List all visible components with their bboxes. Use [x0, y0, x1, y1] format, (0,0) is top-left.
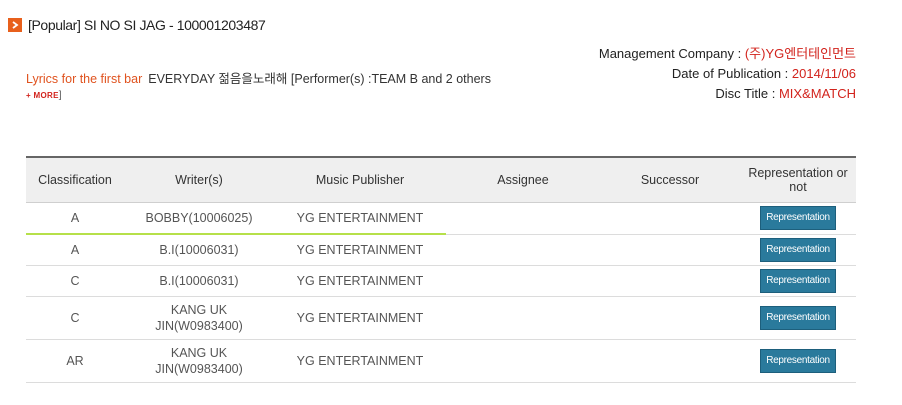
table-row: A B.I(10006031) YG ENTERTAINMENT Represe…	[26, 234, 856, 266]
lyrics-first-bar: Lyrics for the first bar EVERYDAY 젊음을노래해 …	[26, 68, 491, 87]
cell-classification: C	[26, 296, 124, 340]
cell-publisher: YG ENTERTAINMENT	[274, 296, 446, 340]
more-row: + MORE]	[26, 90, 62, 101]
chevron-right-icon	[8, 18, 22, 32]
cell-representation: Representation	[740, 296, 856, 340]
plus-icon: +	[26, 91, 31, 100]
cell-successor	[600, 296, 740, 340]
cell-assignee	[446, 202, 600, 235]
cell-classification: AR	[26, 339, 124, 383]
header-classification: Classification	[26, 156, 124, 203]
header-writer: Writer(s)	[124, 156, 274, 203]
publication-date-value: 2014/11/06	[791, 66, 856, 81]
header-representation: Representation or not	[740, 156, 856, 203]
representation-button[interactable]: Representation	[760, 269, 836, 293]
more-link[interactable]: + MORE	[26, 91, 59, 100]
cell-successor	[600, 339, 740, 383]
representation-button[interactable]: Representation	[760, 237, 836, 262]
table-row: A BOBBY(10006025) YG ENTERTAINMENT Repre…	[26, 202, 856, 235]
more-label: MORE	[33, 91, 59, 100]
cell-classification: C	[26, 265, 124, 297]
header-assignee: Assignee	[446, 156, 600, 203]
cell-successor	[600, 202, 740, 235]
cell-classification: A	[26, 234, 124, 266]
cell-representation: Representation	[740, 202, 856, 235]
table-row: AR KANG UK JIN(W0983400) YG ENTERTAINMEN…	[26, 339, 856, 383]
rights-table: Classification Writer(s) Music Publisher…	[26, 156, 856, 383]
representation-button[interactable]: Representation	[760, 306, 836, 330]
cell-writer: KANG UK JIN(W0983400)	[124, 339, 274, 383]
management-company-value: (주)YG엔터테인먼트	[744, 46, 856, 61]
table-row: C KANG UK JIN(W0983400) YG ENTERTAINMENT…	[26, 296, 856, 340]
header-successor: Successor	[600, 156, 740, 203]
cell-publisher: YG ENTERTAINMENT	[274, 234, 446, 266]
cell-writer: B.I(10006031)	[124, 234, 274, 266]
page-title: [Popular] SI NO SI JAG - 100001203487	[28, 17, 266, 33]
lyrics-label: Lyrics for the first bar	[26, 72, 143, 86]
publication-date-label: Date of Publication :	[671, 66, 792, 81]
cell-representation: Representation	[740, 265, 856, 297]
cell-assignee	[446, 265, 600, 297]
cell-representation: Representation	[740, 234, 856, 266]
cell-assignee	[446, 296, 600, 340]
cell-assignee	[446, 339, 600, 383]
representation-button[interactable]: Representation	[760, 206, 836, 231]
cell-publisher: YG ENTERTAINMENT	[274, 339, 446, 383]
management-company-row: Management Company : (주)YG엔터테인먼트	[599, 44, 856, 64]
cell-classification: A	[26, 202, 124, 235]
table-row: C B.I(10006031) YG ENTERTAINMENT Represe…	[26, 265, 856, 297]
page-title-row: [Popular] SI NO SI JAG - 100001203487	[8, 16, 266, 34]
cell-assignee	[446, 234, 600, 266]
cell-successor	[600, 265, 740, 297]
management-company-label: Management Company :	[598, 46, 745, 61]
lyrics-text: EVERYDAY 젊음을노래해 [Performer(s) :TEAM B an…	[148, 72, 491, 86]
header-publisher: Music Publisher	[274, 156, 446, 203]
disc-title-label: Disc Title :	[715, 86, 779, 101]
disc-title-value: MIX&MATCH	[778, 86, 856, 101]
disc-title-row: Disc Title : MIX&MATCH	[599, 84, 856, 104]
cell-writer: B.I(10006031)	[124, 265, 274, 297]
representation-button[interactable]: Representation	[760, 349, 836, 373]
more-bracket: ]	[58, 90, 62, 101]
cell-publisher: YG ENTERTAINMENT	[274, 202, 446, 235]
cell-successor	[600, 234, 740, 266]
table-header-row: Classification Writer(s) Music Publisher…	[26, 156, 856, 203]
cell-writer: BOBBY(10006025)	[124, 202, 274, 235]
album-meta: Management Company : (주)YG엔터테인먼트 Date of…	[599, 44, 856, 104]
cell-representation: Representation	[740, 339, 856, 383]
publication-date-row: Date of Publication : 2014/11/06	[599, 64, 856, 84]
cell-publisher: YG ENTERTAINMENT	[274, 265, 446, 297]
cell-writer: KANG UK JIN(W0983400)	[124, 296, 274, 340]
